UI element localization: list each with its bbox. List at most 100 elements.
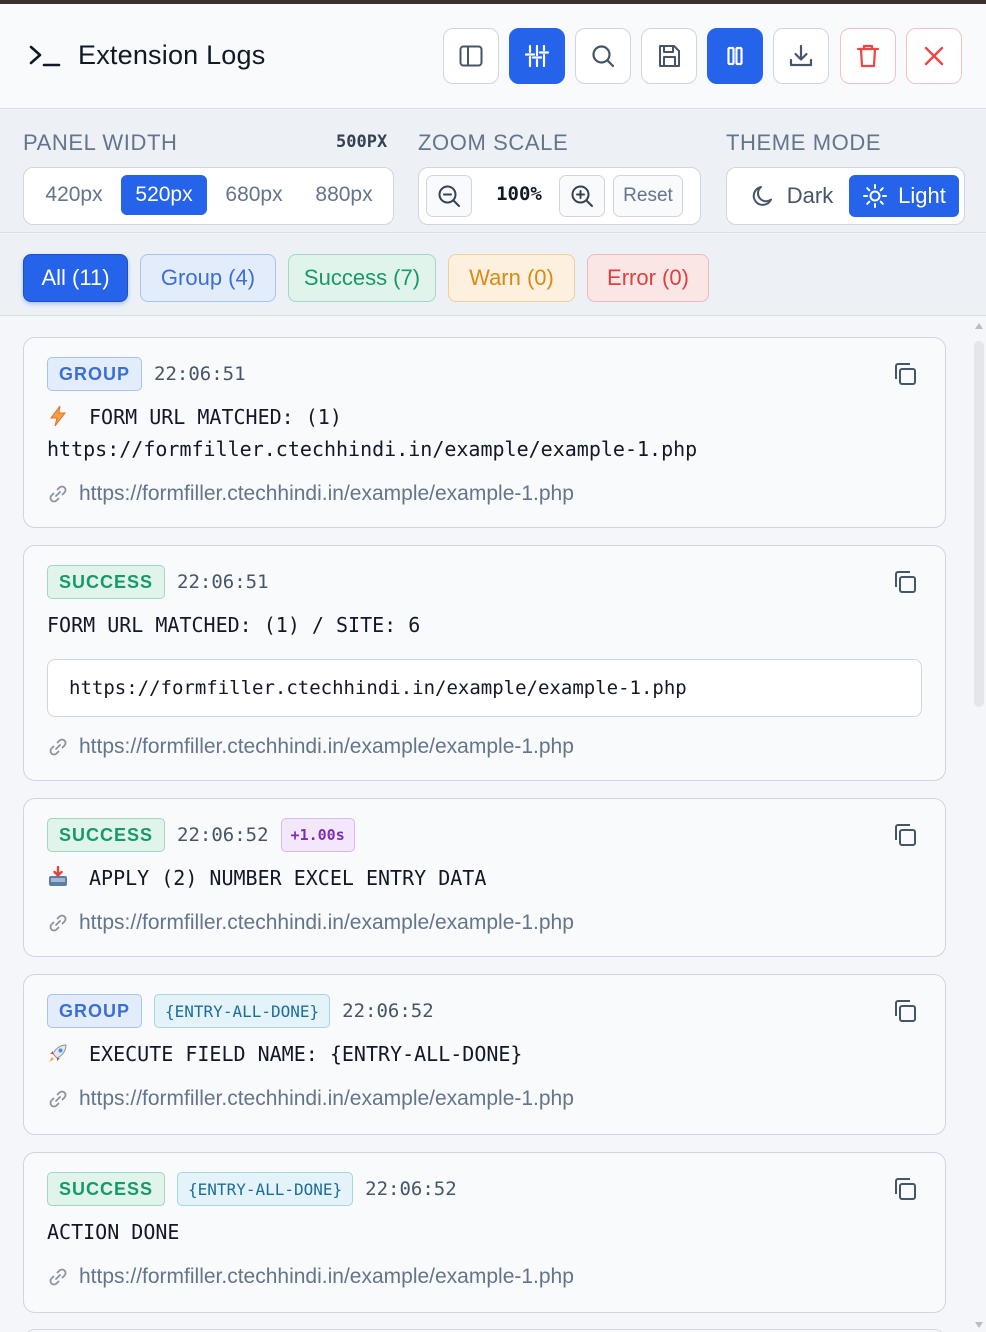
log-message: FORM URL MATCHED: (1): [47, 401, 342, 433]
inbox-tray-icon: [49, 866, 67, 886]
field-tag: {ENTRY-ALL-DONE}: [177, 1172, 354, 1206]
log-level-badge: GROUP: [47, 994, 143, 1028]
log-message: EXECUTE FIELD NAME: {ENTRY-ALL-DONE}: [47, 1038, 522, 1070]
log-timestamp: 22:06:51: [154, 363, 246, 385]
pause-icon: [727, 46, 743, 66]
title-area: Extension Logs: [28, 40, 265, 71]
zoom-control: 100% Reset: [418, 167, 701, 225]
theme-mode-label: THEME MODE: [726, 130, 882, 155]
field-tag: {ENTRY-ALL-DONE}: [154, 994, 331, 1028]
copy-icon[interactable]: [891, 360, 919, 388]
width-option-520[interactable]: 520px: [121, 175, 207, 215]
sidebar-toggle-button[interactable]: [443, 28, 499, 84]
scrollbar-thumb[interactable]: [974, 341, 984, 707]
log-code-block: https://formfiller.ctechhindi.in/example…: [47, 659, 922, 717]
log-url-text: https://formfiller.ctechhindi.in/example…: [79, 1087, 574, 1110]
log-entry-header: SUCCESS {ENTRY-ALL-DONE} 22:06:52: [47, 1172, 457, 1206]
log-entry-header: GROUP 22:06:51: [47, 357, 246, 391]
scroll-up-arrow[interactable]: [975, 323, 983, 329]
zoom-reset-button[interactable]: Reset: [613, 175, 683, 217]
filter-group[interactable]: Group (4): [140, 254, 276, 302]
download-icon: [789, 44, 813, 67]
width-option-880[interactable]: 880px: [302, 175, 386, 215]
link-icon: [49, 1268, 67, 1286]
clear-logs-button[interactable]: [840, 28, 896, 84]
log-source-url[interactable]: https://formfiller.ctechhindi.in/example…: [47, 911, 574, 935]
close-icon: [924, 46, 944, 66]
log-entry: GROUP {ENTRY-ALL-DONE} 22:06:52 EXECUTE …: [23, 974, 946, 1135]
log-message: ACTION DONE: [47, 1220, 180, 1244]
controls-panel: PANEL WIDTH 500PX 420px 520px 680px 880p…: [0, 110, 986, 233]
trash-icon: [856, 44, 880, 68]
pause-button[interactable]: [707, 28, 763, 84]
log-timestamp: 22:06:52: [177, 824, 269, 846]
copy-icon[interactable]: [891, 1175, 919, 1203]
log-entry-header: SUCCESS 22:06:52 +1.00s: [47, 818, 355, 852]
download-button[interactable]: [773, 28, 829, 84]
log-timestamp: 22:06:52: [365, 1178, 457, 1200]
page-title: Extension Logs: [78, 40, 266, 70]
log-url-text: https://formfiller.ctechhindi.in/example…: [79, 482, 574, 505]
filter-success[interactable]: Success (7): [288, 254, 436, 302]
log-message-text: EXECUTE FIELD NAME: {ENTRY-ALL-DONE}: [89, 1042, 523, 1066]
zoom-scale-label: ZOOM SCALE: [418, 130, 569, 155]
panel-width-selector: 420px 520px 680px 880px: [23, 167, 394, 225]
filter-all[interactable]: All (11): [23, 254, 128, 302]
log-entry: SUCCESS 22:06:52 +1.00s APPLY (2) NUMBER…: [23, 798, 946, 957]
filter-warn[interactable]: Warn (0): [448, 254, 575, 302]
theme-dark-label: Dark: [786, 183, 834, 208]
filter-bar: All (11) Group (4) Success (7) Warn (0) …: [0, 234, 986, 316]
log-timestamp: 22:06:52: [342, 1000, 434, 1022]
zoom-out-icon: [438, 185, 460, 207]
lightning-icon: [50, 405, 67, 427]
log-level-badge: GROUP: [47, 357, 143, 391]
filters-toggle-button[interactable]: [509, 28, 565, 84]
scroll-down-arrow[interactable]: [975, 1322, 983, 1328]
link-icon: [49, 1090, 67, 1108]
copy-icon[interactable]: [891, 821, 919, 849]
log-entry-header: SUCCESS 22:06:51: [47, 565, 269, 599]
scrollbar[interactable]: [972, 317, 986, 1332]
log-source-url[interactable]: https://formfiller.ctechhindi.in/example…: [47, 735, 574, 759]
copy-icon[interactable]: [891, 568, 919, 596]
theme-dark-option[interactable]: Dark: [735, 175, 849, 217]
search-button[interactable]: [575, 28, 631, 84]
sun-icon: [863, 184, 888, 208]
log-entry: SUCCESS {ENTRY-ALL-DONE} 22:06:52 ACTION…: [23, 1152, 946, 1313]
log-message-text: FORM URL MATCHED: (1): [89, 405, 342, 429]
rocket-icon: [49, 1044, 67, 1062]
log-message: FORM URL MATCHED: (1) / SITE: 6: [47, 613, 421, 637]
save-button[interactable]: [641, 28, 697, 84]
theme-selector: Dark Light: [726, 167, 965, 225]
header: Extension Logs: [0, 4, 986, 109]
log-url-text: https://formfiller.ctechhindi.in/example…: [79, 1265, 574, 1288]
log-level-badge: SUCCESS: [47, 818, 166, 852]
log-url-text: https://formfiller.ctechhindi.in/example…: [79, 735, 574, 758]
copy-icon[interactable]: [891, 997, 919, 1025]
save-icon: [659, 45, 680, 67]
moon-icon: [752, 186, 772, 206]
link-icon: [49, 738, 67, 756]
sliders-icon: [524, 44, 550, 68]
log-message-text: APPLY (2) NUMBER EXCEL ENTRY DATA: [89, 866, 487, 890]
log-entry: SUCCESS 22:06:51 FORM URL MATCHED: (1) /…: [23, 545, 946, 781]
log-timestamp: 22:06:51: [177, 571, 269, 593]
theme-light-label: Light: [898, 183, 946, 208]
zoom-in-button[interactable]: [559, 175, 605, 217]
link-icon: [49, 914, 67, 932]
log-url-text: https://formfiller.ctechhindi.in/example…: [79, 911, 574, 934]
log-entry-header: GROUP {ENTRY-ALL-DONE} 22:06:52: [47, 994, 434, 1028]
filter-error[interactable]: Error (0): [587, 254, 709, 302]
zoom-value: 100%: [496, 183, 542, 205]
log-source-url[interactable]: https://formfiller.ctechhindi.in/example…: [47, 1265, 574, 1289]
log-source-url[interactable]: https://formfiller.ctechhindi.in/example…: [47, 1087, 574, 1111]
log-list[interactable]: GROUP 22:06:51 FORM URL MATCHED: (1) htt…: [0, 317, 986, 1332]
zoom-out-button[interactable]: [426, 175, 472, 217]
zoom-in-icon: [571, 185, 593, 207]
width-option-420[interactable]: 420px: [32, 175, 116, 215]
log-level-badge: SUCCESS: [47, 565, 166, 599]
log-source-url[interactable]: https://formfiller.ctechhindi.in/example…: [47, 482, 574, 506]
close-button[interactable]: [906, 28, 962, 84]
width-option-680[interactable]: 680px: [212, 175, 296, 215]
theme-light-option[interactable]: Light: [849, 175, 959, 217]
